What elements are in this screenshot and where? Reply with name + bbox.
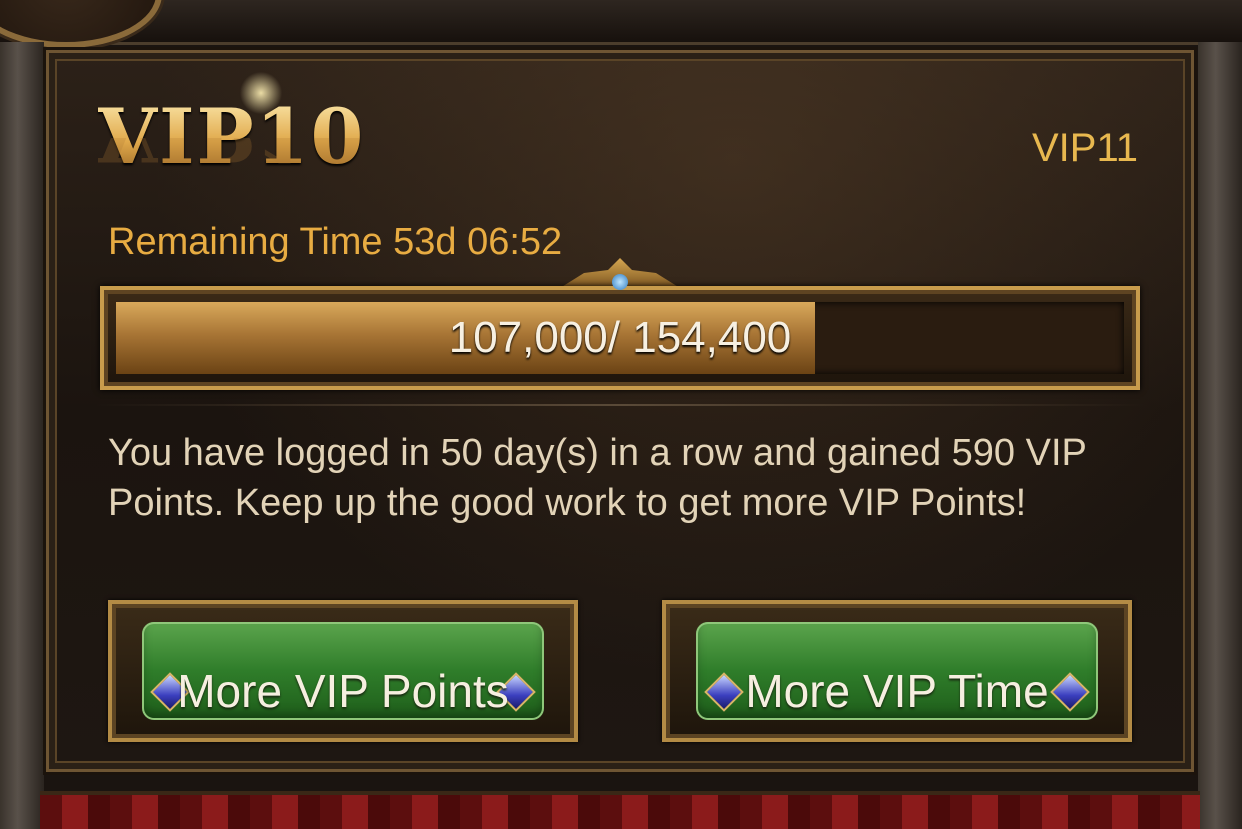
button-face[interactable]: More VIP Time bbox=[696, 622, 1098, 720]
top-bar bbox=[0, 0, 1242, 45]
divider bbox=[96, 404, 1146, 406]
more-vip-time-button[interactable]: More VIP Time bbox=[662, 600, 1132, 742]
left-pillar bbox=[0, 42, 44, 829]
more-vip-time-label[interactable]: More VIP Time bbox=[696, 664, 1098, 718]
vip-level-reflection: VIP10 bbox=[98, 138, 365, 178]
blue-gem-icon bbox=[612, 274, 628, 290]
login-streak-message: You have logged in 50 day(s) in a row an… bbox=[108, 432, 1087, 524]
vip-progress-bar: 107,000/ 154,400 bbox=[100, 286, 1140, 390]
more-vip-points-button[interactable]: More VIP Points bbox=[108, 600, 578, 742]
next-vip-level: VIP11 bbox=[1032, 126, 1138, 170]
red-curtain bbox=[40, 791, 1200, 829]
button-face[interactable]: More VIP Points bbox=[142, 622, 544, 720]
remaining-time: Remaining Time 53d 06:52 bbox=[108, 221, 563, 263]
progress-track: 107,000/ 154,400 bbox=[116, 302, 1124, 374]
more-vip-points-label[interactable]: More VIP Points bbox=[142, 664, 544, 718]
right-pillar bbox=[1198, 42, 1242, 829]
progress-text: 107,000/ 154,400 bbox=[448, 313, 792, 362]
